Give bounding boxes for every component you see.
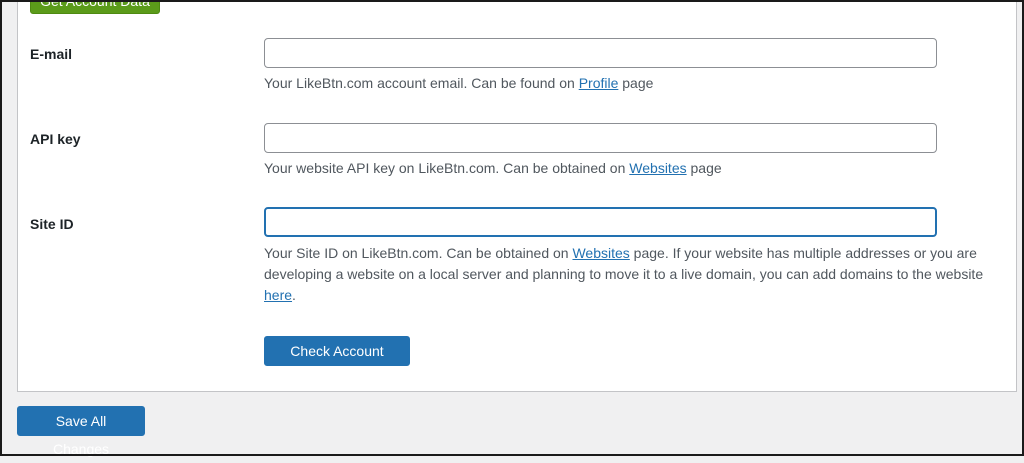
get-account-data-button[interactable]: Get Account Data xyxy=(30,0,160,14)
profile-link[interactable]: Profile xyxy=(579,75,619,91)
api-key-field[interactable] xyxy=(264,123,937,153)
email-label: E-mail xyxy=(30,46,73,62)
api-key-desc-text: Your website API key on LikeBtn.com. Can… xyxy=(264,160,630,176)
email-desc-suffix: page xyxy=(618,75,654,91)
api-key-label: API key xyxy=(30,131,81,147)
email-description: Your LikeBtn.com account email. Can be f… xyxy=(264,73,994,94)
site-id-description: Your Site ID on LikeBtn.com. Can be obta… xyxy=(264,243,994,306)
api-key-desc-suffix: page xyxy=(686,160,722,176)
here-link[interactable]: here xyxy=(264,287,292,303)
save-all-changes-button[interactable]: Save All Changes xyxy=(17,406,145,457)
site-id-field[interactable] xyxy=(264,207,937,237)
site-id-label: Site ID xyxy=(30,216,74,232)
websites-link-2[interactable]: Websites xyxy=(572,245,629,261)
site-id-desc-text: Your Site ID on LikeBtn.com. Can be obta… xyxy=(264,245,573,261)
api-key-description: Your website API key on LikeBtn.com. Can… xyxy=(264,158,994,179)
check-account-data-button[interactable]: Check Account Data xyxy=(264,336,410,387)
site-id-desc-suffix: . xyxy=(292,287,296,303)
email-field[interactable] xyxy=(264,38,937,68)
email-desc-text: Your LikeBtn.com account email. Can be f… xyxy=(264,75,579,91)
websites-link[interactable]: Websites xyxy=(629,160,686,176)
